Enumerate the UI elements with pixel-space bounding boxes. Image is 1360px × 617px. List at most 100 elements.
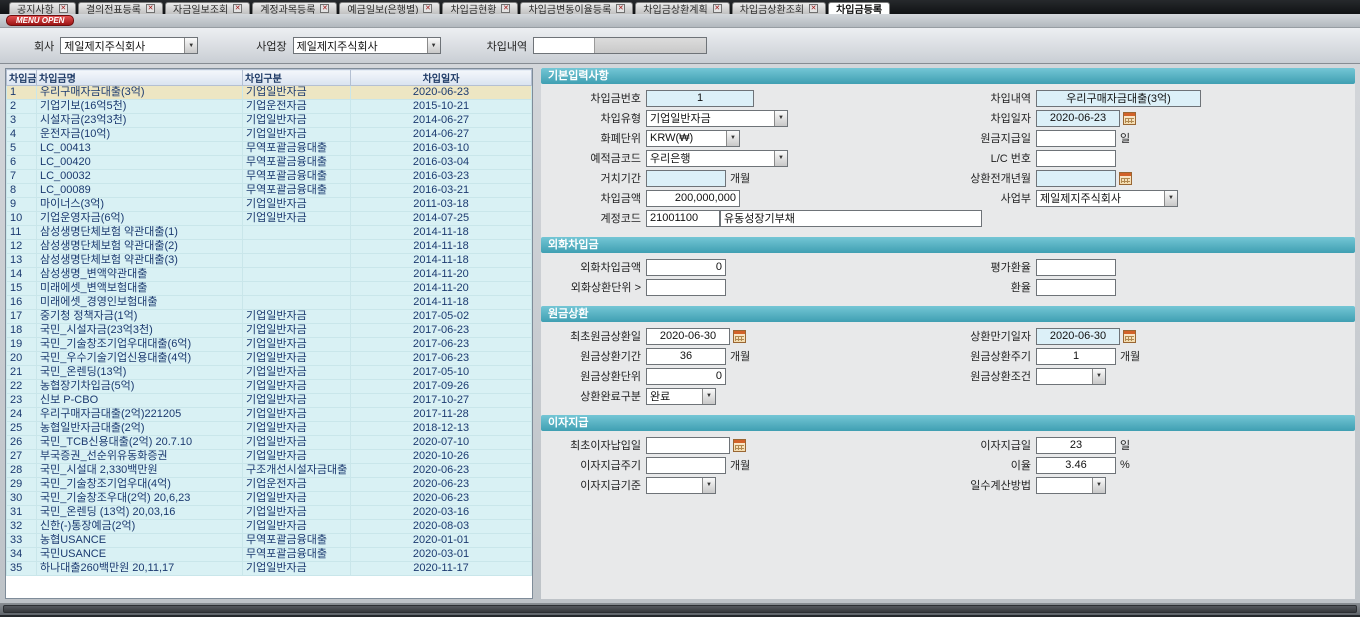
column-header[interactable]: 차입금명 [37, 70, 243, 86]
loan-desc-input[interactable] [534, 38, 594, 53]
table-row[interactable]: 16미래에셋_경영인보험대출2014-11-18 [7, 296, 532, 310]
table-row[interactable]: 25농협일반자금대출(2억)기업일반자금2018-12-13 [7, 422, 532, 436]
horizontal-scrollbar[interactable] [3, 605, 1357, 613]
field-input[interactable] [646, 259, 726, 276]
field-input[interactable] [646, 210, 720, 227]
tab-공지사항[interactable]: 공지사항✕ [9, 2, 76, 15]
table-row[interactable]: 23신보 P-CBO기업일반자금2017-10-27 [7, 394, 532, 408]
table-row[interactable]: 11삼성생명단체보험 약관대출(1)2014-11-18 [7, 226, 532, 240]
table-row[interactable]: 4운전자금(10억)기업일반자금2014-06-27 [7, 128, 532, 142]
field-input[interactable] [1036, 279, 1116, 296]
tab-close-icon[interactable]: ✕ [59, 4, 68, 13]
table-row[interactable]: 22농협장기차입금(5억)기업일반자금2017-09-26 [7, 380, 532, 394]
field-input[interactable] [1036, 328, 1120, 345]
menu-open-button[interactable]: MENU OPEN [6, 15, 74, 26]
field-select[interactable]: ▼ [646, 477, 716, 494]
table-row[interactable]: 32신한(-)통장예금(2억)기업일반자금2020-08-03 [7, 520, 532, 534]
calendar-icon[interactable] [1119, 172, 1132, 185]
table-row[interactable]: 29국민_기술창조기업우대(4억)기업운전자금2020-06-23 [7, 478, 532, 492]
table-cell: 기업일반자금 [243, 352, 351, 366]
tab-차입금상환조회[interactable]: 차입금상환조회✕ [732, 2, 826, 15]
table-row[interactable]: 26국민_TCB신용대출(2억) 20.7.10기업일반자금2020-07-10 [7, 436, 532, 450]
table-row[interactable]: 5LC_00413무역포괄금융대출2016-03-10 [7, 142, 532, 156]
table-row[interactable]: 1우리구매자금대출(3억)기업일반자금2020-06-23 [7, 86, 532, 100]
table-row[interactable]: 28국민_시설대 2,330백만원구조개선시설자금대출2020-06-23 [7, 464, 532, 478]
table-row[interactable]: 35하나대출260백만원 20,11,17기업일반자금2020-11-17 [7, 562, 532, 576]
field-input[interactable] [1036, 348, 1116, 365]
field-select[interactable]: KRW(₩)▼ [646, 130, 740, 147]
table-row[interactable]: 8LC_00089무역포괄금융대출2016-03-21 [7, 184, 532, 198]
table-row[interactable]: 10기업운영자금(6억)기업일반자금2014-07-25 [7, 212, 532, 226]
table-row[interactable]: 7LC_00032무역포괄금융대출2016-03-23 [7, 170, 532, 184]
field-select[interactable]: 기업일반자금▼ [646, 110, 788, 127]
field-select[interactable]: ▼ [1036, 368, 1106, 385]
tab-결의전표등록[interactable]: 결의전표등록✕ [78, 2, 163, 15]
tab-close-icon[interactable]: ✕ [146, 4, 155, 13]
table-row[interactable]: 27부국증권_선순위유동화증권기업일반자금2020-10-26 [7, 450, 532, 464]
tab-close-icon[interactable]: ✕ [713, 4, 722, 13]
table-row[interactable]: 31국민_온렌딩 (13억) 20,03,16기업일반자금2020-03-16 [7, 506, 532, 520]
field-input[interactable] [1036, 259, 1116, 276]
field-input[interactable] [720, 210, 982, 227]
table-row[interactable]: 3시설자금(23억3천)기업일반자금2014-06-27 [7, 114, 532, 128]
table-row[interactable]: 33농협USANCE무역포괄금융대출2020-01-01 [7, 534, 532, 548]
table-row[interactable]: 18국민_시설자금(23억3천)기업일반자금2017-06-23 [7, 324, 532, 338]
field-input[interactable] [1036, 90, 1201, 107]
field-input[interactable] [1036, 170, 1116, 187]
table-row[interactable]: 13삼성생명단체보험 약관대출(3)2014-11-18 [7, 254, 532, 268]
table-row[interactable]: 17중기청 정책자금(1억)기업일반자금2017-05-02 [7, 310, 532, 324]
calendar-icon[interactable] [1123, 112, 1136, 125]
table-row[interactable]: 20국민_우수기술기업신용대출(4억)기업일반자금2017-06-23 [7, 352, 532, 366]
tab-close-icon[interactable]: ✕ [320, 4, 329, 13]
table-row[interactable]: 2기업기보(16억5천)기업운전자금2015-10-21 [7, 100, 532, 114]
field-select[interactable]: 완료▼ [646, 388, 716, 405]
calendar-icon[interactable] [733, 439, 746, 452]
table-row[interactable]: 24우리구매자금대출(2억)221205기업일반자금2017-11-28 [7, 408, 532, 422]
table-row[interactable]: 21국민_온렌딩(13억)기업일반자금2017-05-10 [7, 366, 532, 380]
tab-자금일보조회[interactable]: 자금일보조회✕ [165, 2, 250, 15]
tab-차입금상환계획[interactable]: 차입금상환계획✕ [635, 2, 729, 15]
field-input[interactable] [646, 437, 730, 454]
table-row[interactable]: 14삼성생명_변액약관대출2014-11-20 [7, 268, 532, 282]
table-row[interactable]: 15미래에셋_변액보험대출2014-11-20 [7, 282, 532, 296]
field-input[interactable] [1036, 110, 1120, 127]
field-input[interactable] [646, 90, 754, 107]
field-input[interactable] [646, 348, 726, 365]
site-select[interactable]: 제일제지주식회사 ▼ [293, 37, 441, 54]
field-input[interactable] [1036, 130, 1116, 147]
tab-close-icon[interactable]: ✕ [501, 4, 510, 13]
table-row[interactable]: 9마이너스(3억)기업일반자금2011-03-18 [7, 198, 532, 212]
calendar-icon[interactable] [733, 330, 746, 343]
table-row[interactable]: 30국민_기술창조우대(2억) 20,6,23기업일반자금2020-06-23 [7, 492, 532, 506]
field-input[interactable] [646, 190, 740, 207]
tab-차입금등록[interactable]: 차입금등록 [828, 2, 890, 15]
column-header[interactable]: 차입일자 [351, 70, 532, 86]
tab-차입금현황[interactable]: 차입금현황✕ [442, 2, 518, 15]
column-header[interactable]: 차입구분 [243, 70, 351, 86]
table-row[interactable]: 34국민USANCE무역포괄금융대출2020-03-01 [7, 548, 532, 562]
column-header[interactable]: 차입금코드 [7, 70, 37, 86]
table-row[interactable]: 19국민_기술창조기업우대대출(6억)기업일반자금2017-06-23 [7, 338, 532, 352]
tab-차입금변동이율등록[interactable]: 차입금변동이율등록✕ [520, 2, 633, 15]
tab-close-icon[interactable]: ✕ [233, 4, 242, 13]
field-input[interactable] [646, 279, 726, 296]
field-input[interactable] [1036, 150, 1116, 167]
field-input[interactable] [646, 328, 730, 345]
field-input[interactable] [646, 457, 726, 474]
field-input[interactable] [646, 170, 726, 187]
table-row[interactable]: 6LC_00420무역포괄금융대출2016-03-04 [7, 156, 532, 170]
field-input[interactable] [1036, 437, 1116, 454]
company-select[interactable]: 제일제지주식회사 ▼ [60, 37, 198, 54]
tab-close-icon[interactable]: ✕ [616, 4, 625, 13]
table-row[interactable]: 12삼성생명단체보험 약관대출(2)2014-11-18 [7, 240, 532, 254]
field-input[interactable] [1036, 457, 1116, 474]
calendar-icon[interactable] [1123, 330, 1136, 343]
tab-close-icon[interactable]: ✕ [809, 4, 818, 13]
field-input[interactable] [646, 368, 726, 385]
field-select[interactable]: 우리은행▼ [646, 150, 788, 167]
tab-계정과목등록[interactable]: 계정과목등록✕ [252, 2, 337, 15]
field-select[interactable]: 제일제지주식회사▼ [1036, 190, 1178, 207]
field-select[interactable]: ▼ [1036, 477, 1106, 494]
tab-예금일보(은행별)[interactable]: 예금일보(은행별)✕ [339, 2, 440, 15]
tab-close-icon[interactable]: ✕ [423, 4, 432, 13]
